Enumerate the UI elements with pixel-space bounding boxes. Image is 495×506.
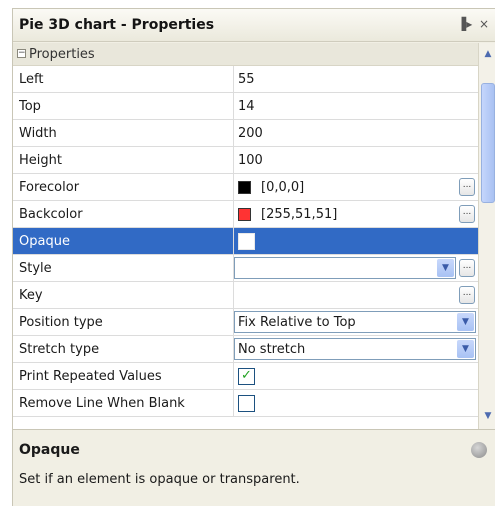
column-divider[interactable] — [233, 201, 234, 228]
panel-titlebar: Pie 3D chart - Properties ▐▸ × — [13, 9, 495, 42]
property-name: Left — [19, 72, 44, 87]
column-divider[interactable] — [233, 174, 234, 201]
property-row-left[interactable]: Left 55 — [13, 66, 478, 93]
remove-line-when-blank-checkbox[interactable] — [238, 395, 255, 412]
property-value-left[interactable]: 55 — [238, 72, 255, 87]
column-divider[interactable] — [233, 363, 234, 390]
ellipsis-button[interactable]: ... — [459, 259, 475, 277]
help-description: Set if an element is opaque or transpare… — [19, 472, 300, 487]
property-name: Remove Line When Blank — [19, 396, 185, 411]
property-name: Position type — [19, 315, 103, 330]
property-name: Style — [19, 261, 52, 276]
property-name: Stretch type — [19, 342, 100, 357]
property-name: Opaque — [19, 234, 70, 249]
category-properties[interactable]: − Properties — [13, 43, 478, 66]
property-row-remove-line-when-blank[interactable]: Remove Line When Blank — [13, 390, 478, 417]
property-value-backcolor[interactable]: [255,51,51] — [261, 207, 337, 222]
property-value-width[interactable]: 200 — [238, 126, 263, 141]
property-name: Top — [19, 99, 41, 114]
column-divider[interactable] — [233, 66, 234, 93]
stretch-type-dropdown[interactable]: No stretch ▼ — [234, 338, 476, 360]
column-divider[interactable] — [233, 390, 234, 417]
print-repeated-values-checkbox[interactable]: ✓ — [238, 368, 255, 385]
property-row-width[interactable]: Width 200 — [13, 120, 478, 147]
opaque-checkbox[interactable] — [238, 233, 255, 250]
property-row-print-repeated-values[interactable]: Print Repeated Values ✓ — [13, 363, 478, 390]
property-row-top[interactable]: Top 14 — [13, 93, 478, 120]
column-divider[interactable] — [233, 147, 234, 174]
property-value-height[interactable]: 100 — [238, 153, 263, 168]
dropdown-value: No stretch — [238, 342, 306, 357]
property-row-position-type[interactable]: Position type Fix Relative to Top ▼ — [13, 309, 478, 336]
position-type-dropdown[interactable]: Fix Relative to Top ▼ — [234, 311, 476, 333]
property-row-opaque[interactable]: Opaque — [13, 228, 478, 255]
chevron-down-icon[interactable]: ▼ — [457, 313, 474, 331]
property-row-style[interactable]: Style ▼ ... — [13, 255, 478, 282]
chevron-down-icon[interactable]: ▼ — [457, 340, 474, 358]
properties-panel: Pie 3D chart - Properties ▐▸ × − Propert… — [12, 8, 495, 506]
help-pane: Opaque Set if an element is opaque or tr… — [13, 429, 495, 506]
scrollbar-thumb[interactable] — [481, 83, 495, 203]
close-icon[interactable]: × — [477, 17, 491, 31]
property-name: Height — [19, 153, 62, 168]
property-name: Backcolor — [19, 207, 83, 222]
dropdown-value: Fix Relative to Top — [238, 315, 356, 330]
property-row-stretch-type[interactable]: Stretch type No stretch ▼ — [13, 336, 478, 363]
chevron-down-icon[interactable]: ▼ — [437, 259, 454, 277]
property-name: Key — [19, 288, 43, 303]
property-row-forecolor[interactable]: Forecolor [0,0,0] ... — [13, 174, 478, 201]
scroll-down-icon[interactable]: ▼ — [481, 409, 495, 423]
vertical-scrollbar[interactable]: ▲ ▼ — [478, 43, 495, 429]
property-name: Forecolor — [19, 180, 80, 195]
property-name: Width — [19, 126, 57, 141]
property-row-backcolor[interactable]: Backcolor [255,51,51] ... — [13, 201, 478, 228]
ellipsis-button[interactable]: ... — [459, 178, 475, 196]
ellipsis-button[interactable]: ... — [459, 286, 475, 304]
column-divider[interactable] — [233, 120, 234, 147]
help-title: Opaque — [19, 442, 80, 458]
ellipsis-button[interactable]: ... — [459, 205, 475, 223]
property-value-top[interactable]: 14 — [238, 99, 255, 114]
column-divider[interactable] — [233, 282, 234, 309]
property-row-key[interactable]: Key ... — [13, 282, 478, 309]
pin-icon[interactable]: ▐▸ — [457, 17, 472, 31]
property-grid: − Properties Left 55 Top 14 Width 200 He… — [13, 43, 478, 429]
collapse-icon[interactable]: − — [17, 49, 26, 58]
column-divider[interactable] — [233, 93, 234, 120]
property-name: Print Repeated Values — [19, 369, 162, 384]
property-value-forecolor[interactable]: [0,0,0] — [261, 180, 304, 195]
color-swatch — [238, 208, 251, 221]
column-divider[interactable] — [233, 228, 234, 255]
scroll-up-icon[interactable]: ▲ — [481, 47, 495, 61]
status-indicator-icon — [471, 442, 487, 458]
property-row-height[interactable]: Height 100 — [13, 147, 478, 174]
style-dropdown[interactable]: ▼ — [234, 257, 456, 279]
category-label: Properties — [29, 47, 95, 62]
panel-title: Pie 3D chart - Properties — [19, 17, 215, 33]
color-swatch — [238, 181, 251, 194]
